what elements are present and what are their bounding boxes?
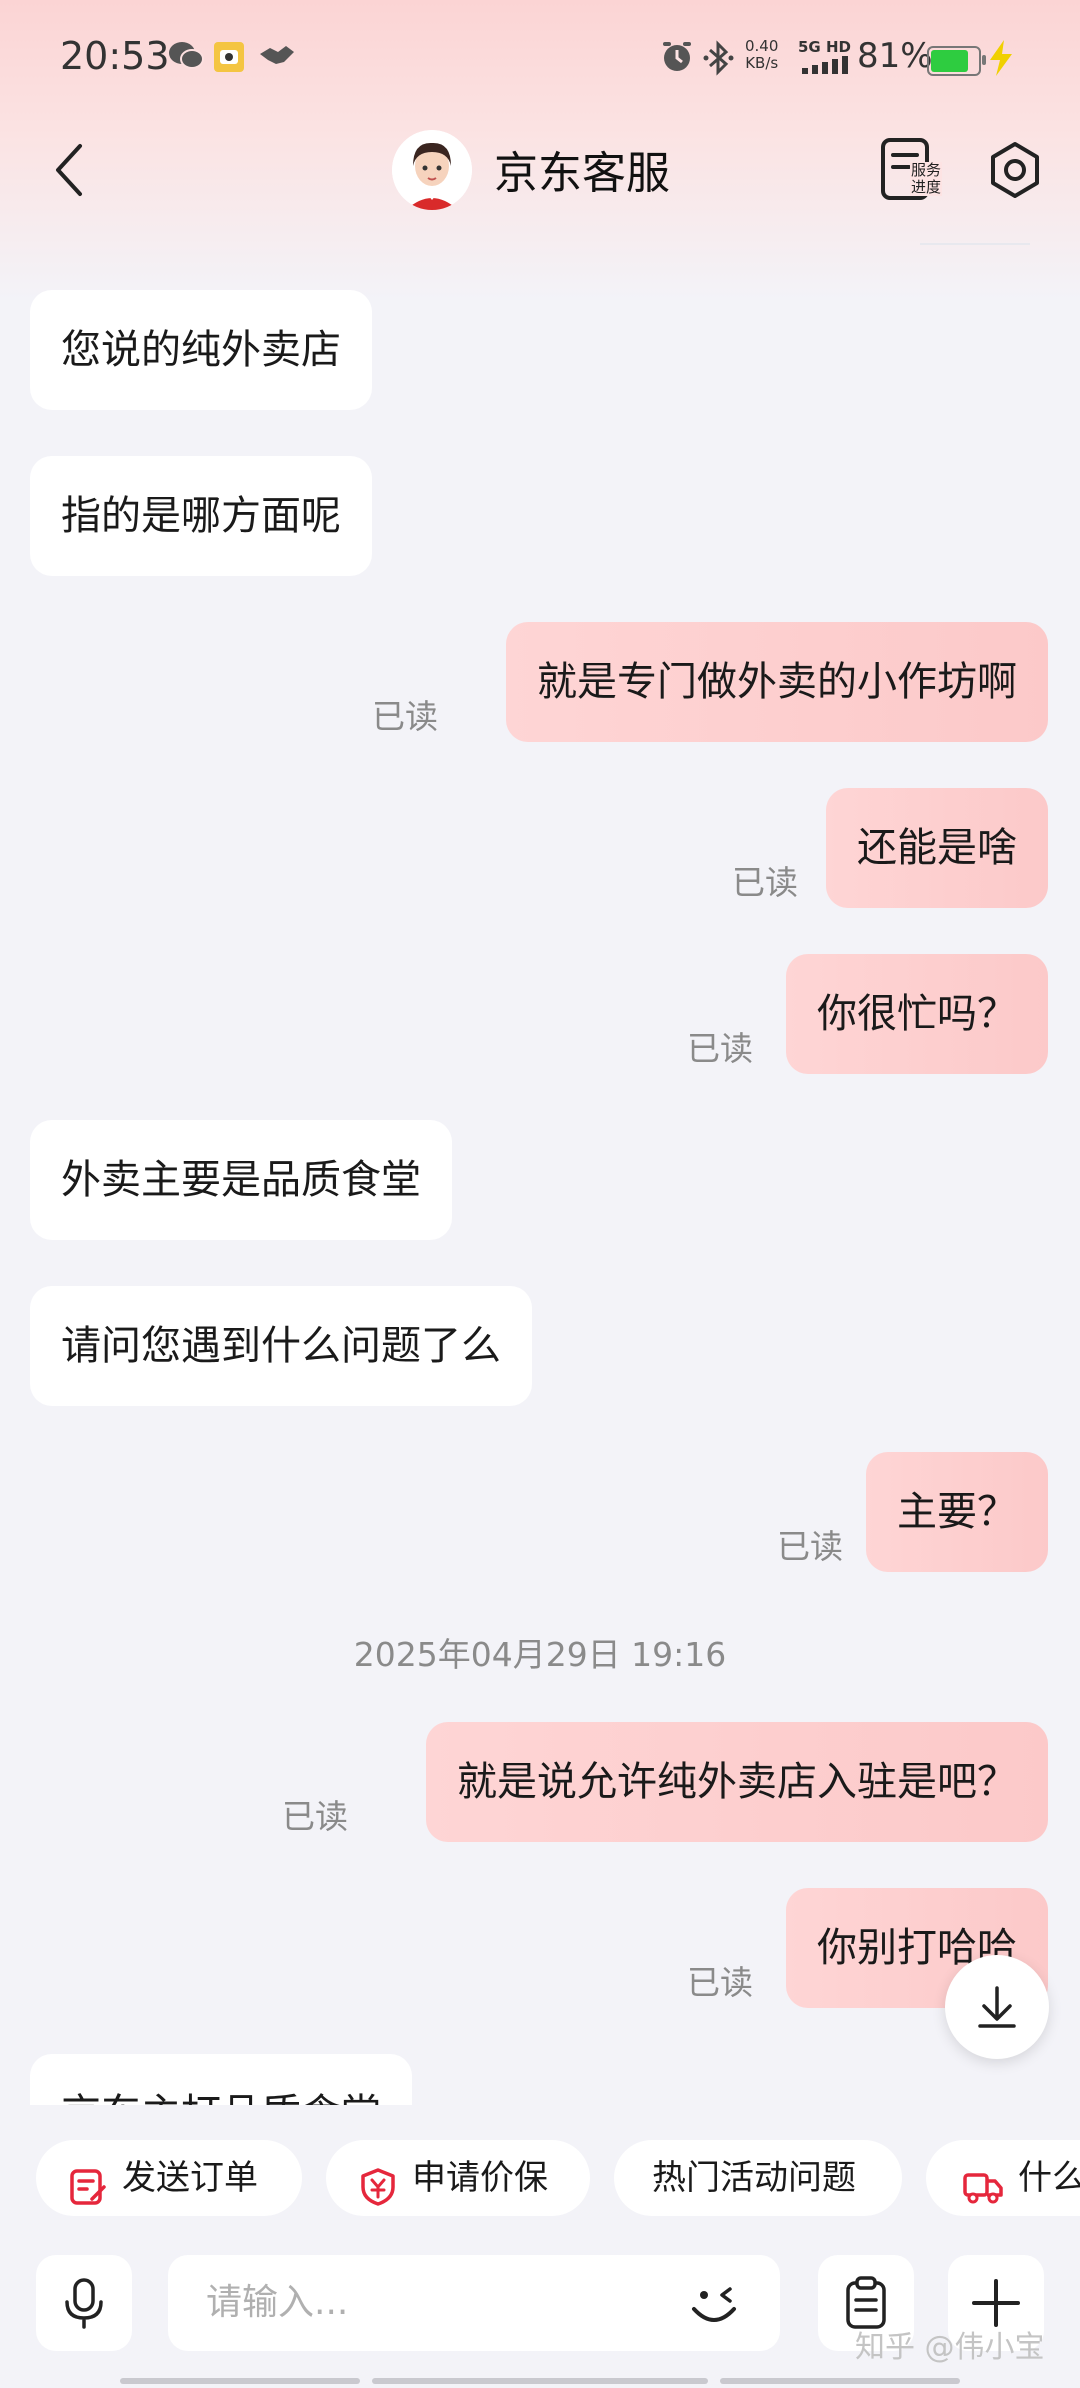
nav-indicator: [372, 2378, 708, 2384]
chat-title: 京东客服: [494, 148, 670, 199]
delivery-truck-icon: [962, 2158, 1004, 2234]
chip-label: 什么: [1018, 2158, 1080, 2198]
status-bar: 20:53 0.40 KB/s 5G HD 81%: [0, 0, 1080, 115]
read-receipt: 已读: [777, 1527, 843, 1566]
price-protect-icon: [358, 2158, 398, 2234]
app-notification-icon: [212, 40, 246, 78]
message-bubble[interactable]: 还能是啥: [826, 788, 1048, 908]
bluetooth-icon: [702, 40, 736, 80]
read-receipt: 已读: [687, 1963, 753, 2002]
quick-actions-bar: 发送订单 申请价保 热门活动问题 什么: [0, 2140, 1080, 2220]
wechat-icon: [168, 40, 204, 76]
settings-icon[interactable]: [985, 140, 1045, 200]
back-icon[interactable]: [50, 140, 90, 200]
price-protect-chip[interactable]: 申请价保: [326, 2140, 590, 2216]
signal-icon: [800, 56, 850, 78]
battery-percent: 81%: [857, 36, 933, 76]
battery-icon: [927, 46, 986, 76]
status-time: 20:53: [60, 34, 170, 78]
message-bubble[interactable]: 就是说允许纯外卖店入驻是吧？: [426, 1722, 1048, 1842]
message-input[interactable]: 请输入...: [168, 2255, 780, 2351]
nav-indicator: [120, 2378, 360, 2384]
service-progress-label[interactable]: 服务 进度: [910, 162, 943, 196]
message-bubble[interactable]: 您说的纯外卖店: [30, 290, 372, 410]
signal-label: 5G HD: [798, 38, 851, 56]
voice-button[interactable]: [36, 2255, 132, 2351]
nav-indicator: [720, 2378, 960, 2384]
arrow-down-icon: [978, 1986, 1016, 2028]
microphone-icon: [65, 2278, 103, 2329]
order-icon: [68, 2158, 108, 2234]
battery-level: [931, 50, 969, 72]
alarm-icon: [660, 40, 694, 78]
send-order-chip[interactable]: 发送订单: [36, 2140, 302, 2216]
chip-label: 发送订单: [122, 2158, 258, 2198]
charging-icon: [988, 40, 1014, 80]
message-list[interactable]: 您说的纯外卖店 指的是哪方面呢 已读 就是专门做外卖的小作坊啊 已读 还能是啥 …: [0, 230, 1080, 2105]
read-receipt: 已读: [687, 1029, 753, 1068]
message-bubble[interactable]: 你很忙吗？: [786, 954, 1048, 1074]
message-bubble[interactable]: 外卖主要是品质食堂: [30, 1120, 452, 1240]
net-speed: 0.40 KB/s: [745, 37, 779, 72]
message-bubble[interactable]: 指的是哪方面呢: [30, 456, 372, 576]
hot-activity-chip[interactable]: 热门活动问题: [614, 2140, 902, 2216]
what-chip[interactable]: 什么: [926, 2140, 1080, 2216]
read-receipt: 已读: [282, 1797, 348, 1836]
chat-timestamp: 2025年04月29日 19:16: [353, 1635, 727, 1674]
message-bubble[interactable]: 主要？: [866, 1452, 1048, 1572]
handshake-icon: [258, 40, 296, 74]
scroll-to-bottom-button[interactable]: [945, 1955, 1049, 2059]
read-receipt: 已读: [372, 697, 438, 736]
chip-label: 热门活动问题: [652, 2158, 856, 2198]
message-bubble[interactable]: 京东主打品质食堂: [30, 2054, 412, 2105]
read-receipt: 已读: [732, 863, 798, 902]
chip-label: 申请价保: [412, 2158, 548, 2198]
emoji-icon[interactable]: [684, 2273, 744, 2337]
chat-header: 京东客服 服务 进度: [0, 115, 1080, 245]
watermark: 知乎 @伟小宝: [855, 2330, 1045, 2365]
avatar[interactable]: [392, 130, 472, 210]
message-bubble[interactable]: 请问您遇到什么问题了么: [30, 1286, 532, 1406]
message-bubble[interactable]: 就是专门做外卖的小作坊啊: [506, 622, 1048, 742]
input-placeholder: 请输入...: [206, 2282, 349, 2323]
